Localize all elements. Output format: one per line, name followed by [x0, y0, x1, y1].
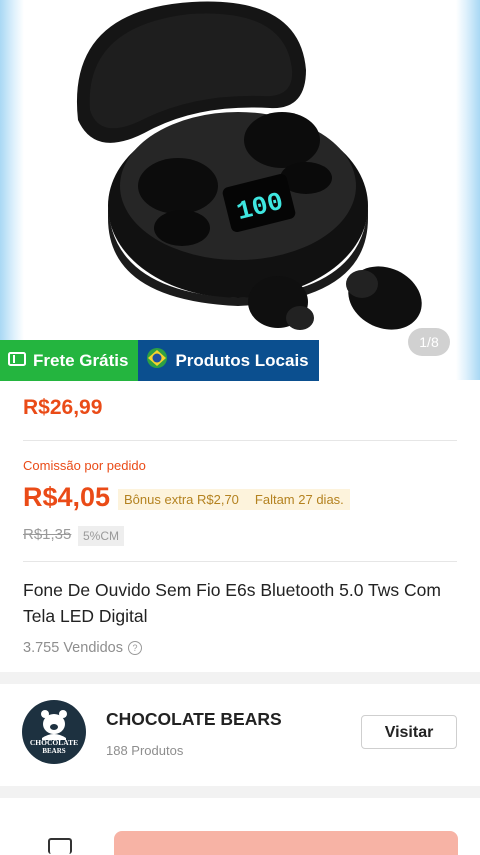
divider [23, 440, 457, 441]
store-logo-text-2: BEARS [42, 747, 65, 755]
ticket-icon [8, 351, 26, 371]
store-avatar[interactable]: CHOCOLATE BEARS [22, 700, 86, 764]
info-icon[interactable]: ? [127, 641, 142, 655]
old-commission: R$1,35 [23, 526, 72, 543]
product-title: Fone De Ouvido Sem Fio E6s Bluetooth 5.0… [23, 580, 441, 626]
earbuds-photo: 100 [76, 1, 422, 330]
primary-action-button[interactable] [114, 831, 458, 855]
shipping-badges: Frete Grátis Produtos Locais [0, 340, 319, 381]
store-logo-text-1: CHOCOLATE [30, 738, 78, 747]
bonus-text: Bônus extra R$2,70 [124, 492, 239, 507]
section-gap [0, 786, 480, 798]
section-gap [0, 672, 480, 684]
product-price: R$26,99 [23, 396, 103, 419]
image-counter: 1/8 [408, 328, 450, 356]
commission-value: R$4,05 [23, 482, 111, 512]
bonus-deadline: Faltam 27 dias. [254, 492, 344, 507]
divider [23, 561, 457, 562]
sold-count: 3.755 Vendidos ? [23, 640, 142, 656]
store-name[interactable]: CHOCOLATE BEARS [106, 709, 282, 730]
commission-label: Comissão por pedido [23, 458, 146, 473]
visit-store-button[interactable]: Visitar [361, 715, 457, 749]
commission-rate-tag: 5%CM [78, 526, 125, 546]
free-shipping-label: Frete Grátis [33, 350, 129, 370]
brazil-flag-icon [146, 347, 168, 374]
local-products-badge: Produtos Locais [138, 340, 319, 381]
free-shipping-badge: Frete Grátis [0, 340, 139, 381]
store-products-count: 188 Produtos [106, 743, 184, 758]
share-icon[interactable] [48, 838, 72, 854]
product-image[interactable]: 100 1/8 [0, 0, 480, 380]
bottom-action-bar [0, 798, 480, 855]
bonus-tag: Bônus extra R$2,70 Faltam 27 dias. [118, 489, 350, 510]
sold-text: 3.755 Vendidos [23, 640, 123, 656]
local-products-label: Produtos Locais [175, 350, 309, 370]
